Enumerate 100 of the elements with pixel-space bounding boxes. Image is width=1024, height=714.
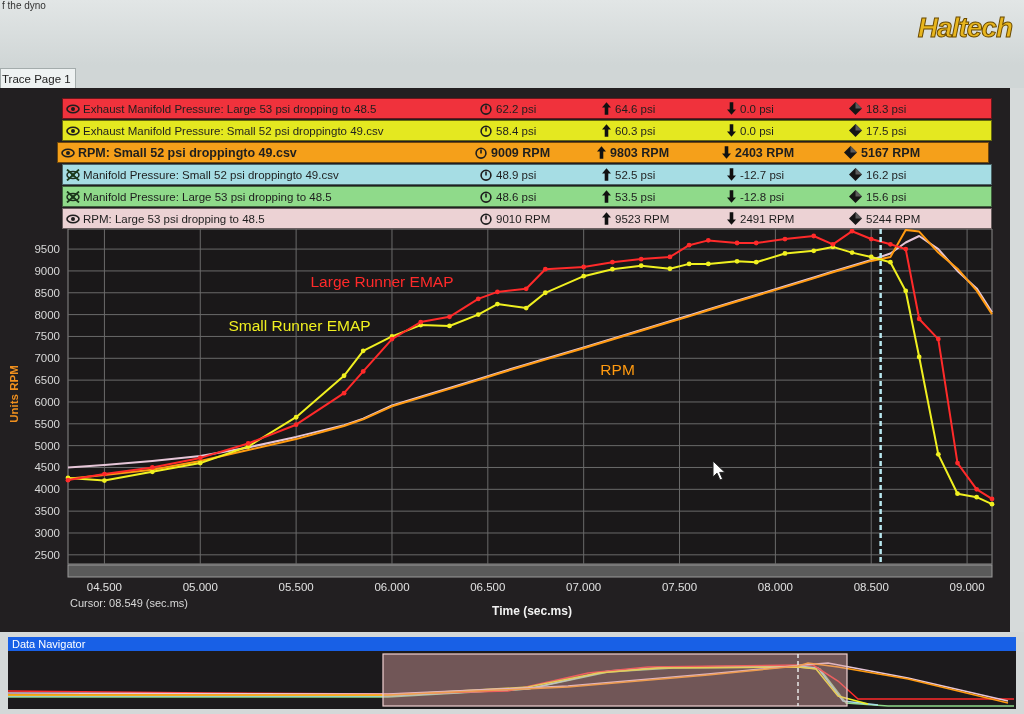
legend-row[interactable]: RPM: Small 52 psi droppingto 49.csv 9009 RPM 9803 RPM 2403 RPM 5167 RPM xyxy=(57,142,989,163)
current-value: 48.6 psi xyxy=(496,190,537,203)
y-tick-label: 8500 xyxy=(34,286,60,299)
x-tick-label: 08.000 xyxy=(757,581,793,593)
legend-row[interactable]: Exhaust Manifold Pressure: Large 53 psi dropping to 48.5 62.2 psi 64.6 psi 0.0 psi 18.3 psi xyxy=(62,98,992,119)
up-arrow-icon xyxy=(597,146,606,159)
down-arrow-icon xyxy=(727,124,736,137)
current-value: 9009 RPM xyxy=(491,145,551,160)
y-tick-label: 6500 xyxy=(34,374,60,387)
y-tick-label: 6000 xyxy=(34,395,60,408)
diamond-icon xyxy=(849,168,862,181)
x-tick-label: 06.000 xyxy=(374,581,410,593)
diamond-icon xyxy=(844,146,857,159)
x-tick-label: 09.000 xyxy=(949,581,985,593)
dial-icon xyxy=(480,124,492,137)
legend-label: Exhaust Manifold Pressure: Large 53 psi dropping to 48.5 xyxy=(83,102,377,115)
y-tick-label: 7500 xyxy=(34,330,60,343)
pointer-icon xyxy=(712,460,726,481)
average-value: 15.6 psi xyxy=(866,190,907,203)
down-arrow-icon xyxy=(727,102,736,115)
min-value: -12.7 psi xyxy=(740,168,785,181)
y-tick-label: 5000 xyxy=(34,439,60,452)
max-value: 9523 RPM xyxy=(615,212,670,225)
min-value: 0.0 psi xyxy=(740,124,774,137)
annotation-label: Large Runner EMAP xyxy=(310,273,454,290)
x-axis-title: Time (sec.ms) xyxy=(492,604,572,618)
diamond-icon xyxy=(849,212,862,225)
average-value: 5167 RPM xyxy=(861,145,921,160)
min-value: 0.0 psi xyxy=(740,102,774,115)
min-value: 2403 RPM xyxy=(735,145,795,160)
dial-icon xyxy=(480,190,492,203)
current-value: 48.9 psi xyxy=(496,168,537,181)
x-tick-label: 07.500 xyxy=(661,581,698,593)
x-tick-label: 04.500 xyxy=(86,581,122,593)
caption-text: f the dyno xyxy=(1,0,46,11)
dial-icon xyxy=(480,168,492,181)
x-tick-label: 05.000 xyxy=(182,581,218,593)
x-tick-label: 05.500 xyxy=(278,581,314,593)
cursor-line xyxy=(797,653,799,707)
y-tick-label: 5500 xyxy=(34,417,60,430)
eye-icon[interactable] xyxy=(66,125,80,136)
x-tick-label: 08.500 xyxy=(853,581,889,593)
average-value: 18.3 psi xyxy=(866,102,907,115)
y-tick-label: 4000 xyxy=(34,483,60,496)
cursor-line[interactable] xyxy=(879,229,882,564)
x-tick-label: 06.500 xyxy=(470,581,506,593)
y-axis-title: Units RPM xyxy=(8,365,20,423)
tab[interactable]: Trace Page 1 xyxy=(0,68,76,88)
diamond-icon xyxy=(849,190,862,203)
max-value: 9803 RPM xyxy=(610,145,670,160)
current-value: 9010 RPM xyxy=(496,212,551,225)
eye-icon[interactable] xyxy=(61,147,75,158)
diamond-icon xyxy=(849,102,862,115)
dial-icon xyxy=(475,146,487,159)
legend-row[interactable]: Manifold Pressure: Large 53 psi dropping to 48.5 48.6 psi 53.5 psi -12.8 psi 15.6 psi xyxy=(62,186,992,207)
y-tick-label: 8000 xyxy=(34,308,60,321)
y-tick-label: 3500 xyxy=(34,505,60,518)
average-value: 5244 RPM xyxy=(866,212,921,225)
down-arrow-icon xyxy=(722,146,731,159)
legend-label: RPM: Large 53 psi dropping to 48.5 xyxy=(83,212,265,225)
up-arrow-icon xyxy=(602,190,611,203)
down-arrow-icon xyxy=(727,168,736,181)
diamond-icon xyxy=(849,124,862,137)
dial-icon xyxy=(480,212,492,225)
y-tick-label: 7000 xyxy=(34,352,60,365)
legend-label: Exhaust Manifold Pressure: Small 52 psi droppingto 49.csv xyxy=(83,124,384,137)
up-arrow-icon xyxy=(602,124,611,137)
average-value: 16.2 psi xyxy=(866,168,907,181)
min-value: -12.8 psi xyxy=(740,190,785,203)
up-arrow-icon xyxy=(602,102,611,115)
eye-crossed-icon[interactable] xyxy=(66,168,80,181)
max-value: 52.5 psi xyxy=(615,168,656,181)
legend-row[interactable]: Manifold Pressure: Small 52 psi droppingto 49.csv 48.9 psi 52.5 psi -12.7 psi 16.2 psi xyxy=(62,164,992,185)
current-value: 58.4 psi xyxy=(496,124,537,137)
legend-row[interactable]: RPM: Large 53 psi dropping to 48.5 9010 RPM 9523 RPM 2491 RPM 5244 RPM xyxy=(62,208,992,229)
y-tick-label: 3000 xyxy=(34,527,60,539)
up-arrow-icon xyxy=(602,168,611,181)
horizontal-scrollbar[interactable] xyxy=(67,564,993,578)
y-tick-label: 2500 xyxy=(34,548,60,561)
down-arrow-icon xyxy=(727,212,736,225)
eye-crossed-icon[interactable] xyxy=(66,190,80,203)
cursor-readout: Cursor: 08.549 (sec.ms) xyxy=(70,597,188,609)
eye-icon[interactable] xyxy=(66,213,80,224)
legend-row[interactable]: Exhaust Manifold Pressure: Small 52 psi droppingto 49.csv 58.4 psi 60.3 psi 0.0 psi 17.5 psi xyxy=(62,120,992,141)
x-tick-label: 07.000 xyxy=(566,581,602,593)
selection-window[interactable] xyxy=(382,653,848,707)
max-value: 64.6 psi xyxy=(615,102,656,115)
navigator-panel[interactable] xyxy=(8,651,1016,709)
max-value: 60.3 psi xyxy=(615,124,656,137)
average-value: 17.5 psi xyxy=(866,124,907,137)
down-arrow-icon xyxy=(727,190,736,203)
min-value: 2491 RPM xyxy=(740,212,795,225)
legend-label: Manifold Pressure: Small 52 psi droppingto 49.csv xyxy=(83,168,339,181)
y-tick-label: 4500 xyxy=(34,461,60,474)
up-arrow-icon xyxy=(602,212,611,225)
current-value: 62.2 psi xyxy=(496,102,537,115)
y-tick-label: 9500 xyxy=(34,243,60,256)
navigator-title-bar: Data Navigator xyxy=(8,637,1016,651)
dial-icon xyxy=(480,102,492,115)
logo-text: Haltech xyxy=(917,12,1012,44)
